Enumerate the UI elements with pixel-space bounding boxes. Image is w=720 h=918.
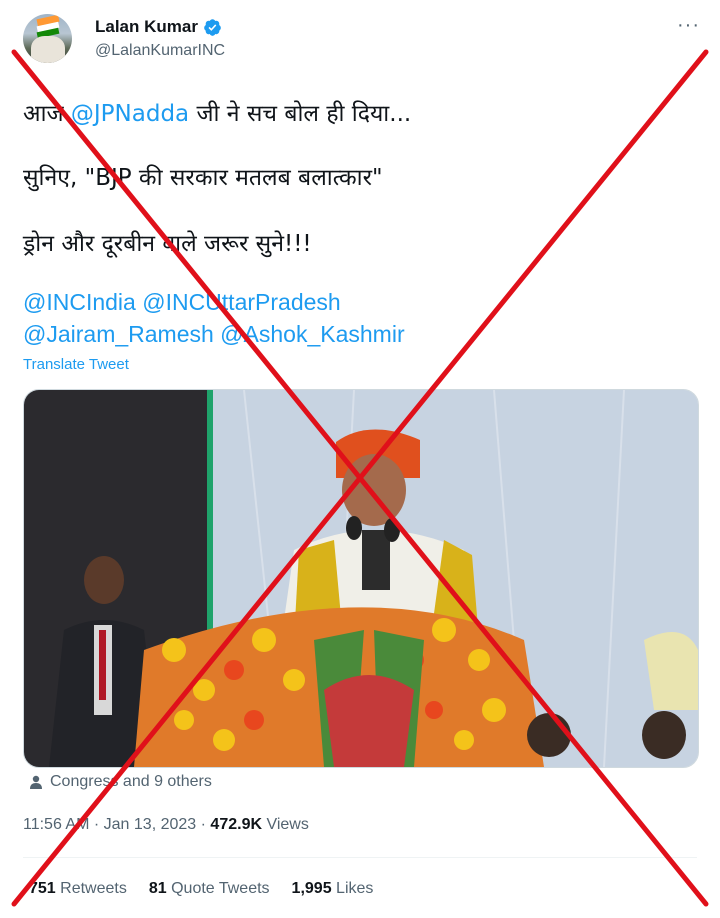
retweets-label: Retweets — [60, 880, 127, 897]
views-count: 472.9K — [210, 816, 263, 833]
meta-separator: · — [93, 816, 100, 833]
tweet-text-line-1: आज @JPNadda जी ने सच बोल ही दिया... — [23, 96, 411, 128]
person-icon — [30, 775, 42, 789]
video-frame-image — [24, 390, 698, 767]
engagement-stats: 751 Retweets 81 Quote Tweets 1,995 Likes — [29, 880, 373, 898]
quotes-count: 81 — [148, 880, 167, 897]
divider — [23, 857, 697, 858]
mention-links-line-2[interactable]: @Jairam_Ramesh @Ashok_Kashmir — [23, 321, 405, 348]
mention-link-jpnadda[interactable]: @JPNadda — [71, 101, 189, 127]
quotes-label: Quote Tweets — [171, 880, 270, 897]
retweets-stat[interactable]: 751 Retweets — [29, 880, 127, 898]
retweets-count: 751 — [29, 880, 56, 897]
tweet-date[interactable]: Jan 13, 2023 — [104, 816, 197, 833]
author-name[interactable]: Lalan Kumar — [95, 17, 198, 37]
tweet-text-line-2: सुनिए, "BJP की सरकार मतलब बलात्कार" — [23, 165, 383, 191]
tweet-meta: 11:56 AM · Jan 13, 2023 · 472.9K Views — [23, 816, 309, 834]
author-handle[interactable]: @LalanKumarINC — [95, 42, 225, 60]
meta-separator-2: · — [200, 816, 206, 833]
mention-links-line-1[interactable]: @INCIndia @INCUttarPradesh — [23, 289, 341, 316]
author-name-row[interactable]: Lalan Kumar — [95, 17, 222, 37]
tweet-time[interactable]: 11:56 AM — [23, 816, 89, 833]
tweet-text-suffix: जी ने सच बोल ही दिया... — [189, 101, 412, 127]
views-label: Views — [266, 816, 309, 833]
quote-tweets-stat[interactable]: 81 Quote Tweets — [149, 880, 270, 898]
tweet-video[interactable] — [23, 389, 699, 768]
tweet-text-prefix: आज — [23, 101, 71, 127]
liked-by-row[interactable]: Congress and 9 others — [28, 773, 212, 791]
likes-stat[interactable]: 1,995 Likes — [292, 880, 374, 898]
likes-count: 1,995 — [291, 880, 332, 897]
verified-badge-icon — [204, 18, 221, 36]
tweet-text-line-3: ड्रोन और दूरबीन वाले जरूर सुने!!! — [23, 231, 312, 257]
liked-by-text: Congress and 9 others — [50, 773, 212, 790]
more-options-icon[interactable]: ··· — [677, 15, 700, 35]
translate-tweet-link[interactable]: Translate Tweet — [23, 356, 129, 373]
avatar[interactable] — [23, 14, 72, 63]
likes-label: Likes — [336, 880, 374, 897]
